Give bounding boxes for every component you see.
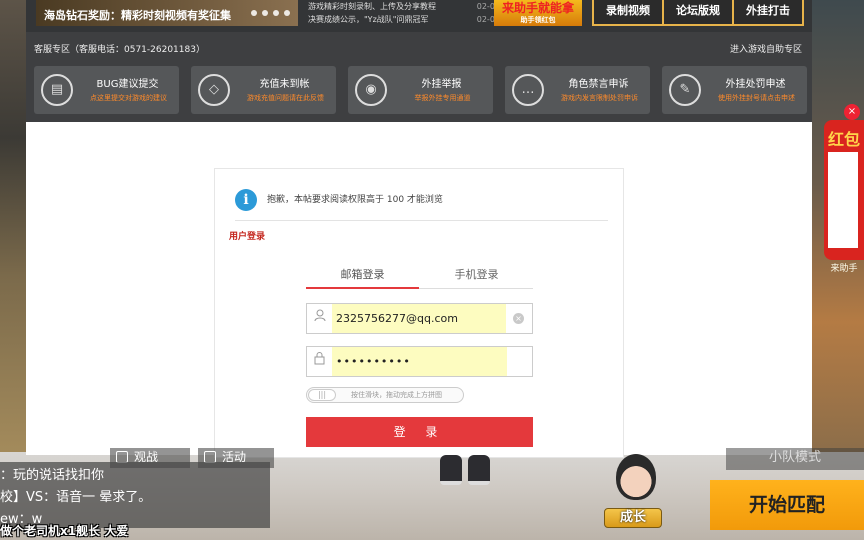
tab-email-login[interactable]: 邮箱登录 [306,267,419,289]
info-icon: i [235,189,257,211]
danmu-text: 做个老司机x1舰长 大爱 [0,524,129,538]
helper-promo-banner[interactable]: 来助手就能拿 助手领红包 [494,0,582,26]
close-icon[interactable]: × [844,104,860,120]
nav-record-video[interactable]: 录制视频 [592,0,664,26]
login-box: i 抱歉，本帖要求阅读权限高于 100 才能浏览 用户登录 邮箱登录 手机登录 … [214,168,624,458]
slider-handle[interactable]: ||| [308,389,336,401]
clear-icon[interactable]: × [513,313,524,324]
user-login-label: 用户登录 [229,232,266,242]
service-bar: 客服专区（客服电话：0571-26201183） 进入游戏自助专区 ▤ BUG建… [26,32,812,122]
qr-code [828,152,858,248]
news-item[interactable]: 决赛成绩公示，"Yz战队"问鼎冠军 02-06 [308,13,500,26]
service-card-recharge[interactable]: ◇ 充值未到帐 游戏充值问题请在此反馈 [191,66,336,114]
chat-box: ：玩的说话找扣你 校】VS：语音一 晕求了。 ew：w [0,462,270,528]
growth-label: 成长 [604,508,662,528]
email-field[interactable] [332,304,506,333]
user-icon [307,304,332,333]
service-card-ban-appeal[interactable]: ✎ 外挂处罚申述 使用外挂封号请点击申述 [662,66,807,114]
news-list: 游戏精彩时刻录制、上传及分享教程 02-08 决赛成绩公示，"Yz战队"问鼎冠军 0… [308,0,500,26]
email-field-wrapper: × [306,303,533,334]
login-tabs: 邮箱登录 手机登录 [306,267,533,289]
service-card-mute-appeal[interactable]: … 角色禁言申诉 游戏内发言限制处罚申诉 [505,66,650,114]
tab-phone-login[interactable]: 手机登录 [420,267,533,289]
red-envelope-promo[interactable]: × 红包 来助手 [824,104,864,274]
chat-line: ：玩的说话找扣你 [0,468,105,483]
password-field[interactable] [332,347,507,376]
captcha-slider[interactable]: ||| 按住滑块，拖动完成上方拼图 [306,387,464,403]
helper-promo-sub: 助手领红包 [520,16,556,24]
edit-icon: ✎ [669,74,701,106]
helper-promo-title: 来助手就能拿 [501,1,574,15]
squad-mode-button[interactable]: 小队模式 [726,448,864,470]
self-help-link[interactable]: 进入游戏自助专区 [730,42,802,55]
banner-text: 海岛钻石奖励：精彩时刻视频有奖征集 [44,9,231,22]
nav-anti-cheat[interactable]: 外挂打击 [732,0,804,26]
password-field-wrapper [306,346,533,377]
top-nav: 录制视频 论坛版规 外挂打击 [592,0,804,26]
carousel-dots[interactable] [251,10,290,16]
game-scene-left [0,0,26,460]
ellipsis-icon: … [512,74,544,106]
top-bar: 海岛钻石奖励：精彩时刻视频有奖征集 游戏精彩时刻录制、上传及分享教程 02-08 … [26,0,812,32]
start-match-button[interactable]: 开始匹配 [710,480,864,530]
promo-title: 红包 [827,130,860,149]
login-button[interactable]: 登 录 [306,417,533,447]
service-card-bug[interactable]: ▤ BUG建议提交 点这里提交对游戏的建议 [34,66,179,114]
permission-notice: i 抱歉，本帖要求阅读权限高于 100 才能浏览 [235,187,608,221]
notice-text: 抱歉，本帖要求阅读权限高于 100 才能浏览 [267,195,443,205]
web-panel: 海岛钻石奖励：精彩时刻视频有奖征集 游戏精彩时刻录制、上传及分享教程 02-08 … [26,0,812,458]
promo-sub: 来助手 [830,264,858,274]
top-banner[interactable]: 海岛钻石奖励：精彩时刻视频有奖征集 [36,0,298,26]
service-cards: ▤ BUG建议提交 点这里提交对游戏的建议 ◇ 充值未到帐 游戏充值问题请在此反… [34,66,807,114]
avatar [616,454,656,500]
chat-icon: ▤ [41,74,73,106]
growth-avatar[interactable]: 成长 [604,452,662,528]
news-item[interactable]: 游戏精彩时刻录制、上传及分享教程 02-08 [308,0,500,13]
character-feet [440,455,492,487]
service-card-report-cheat[interactable]: ◉ 外挂举报 举报外挂专用通道 [348,66,493,114]
service-title: 客服专区（客服电话：0571-26201183） [34,45,205,55]
slider-hint: 按住滑块，拖动完成上方拼图 [351,391,442,399]
nav-forum-rules[interactable]: 论坛版规 [662,0,734,26]
diamond-icon: ◇ [198,74,230,106]
lock-icon [307,347,332,376]
headset-icon: ◉ [355,74,387,106]
chat-line: 校】VS：语音一 晕求了。 [0,490,152,505]
